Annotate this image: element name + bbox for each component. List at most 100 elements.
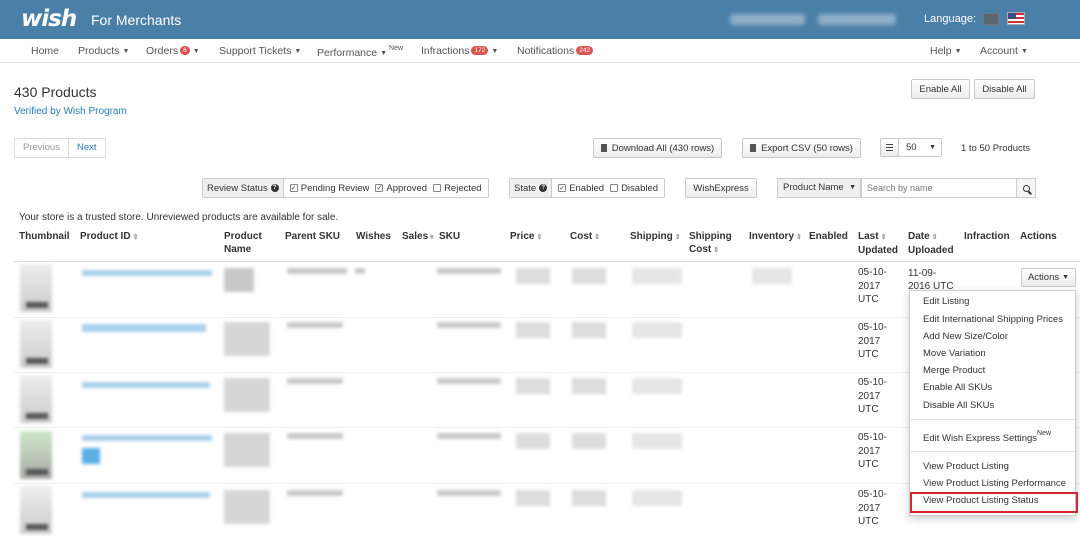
nav-support-tickets[interactable]: Support Tickets ▼: [219, 45, 301, 57]
sku-cell: [437, 378, 501, 384]
menu-divider: [910, 451, 1075, 452]
product-id-link[interactable]: [82, 435, 212, 441]
previous-page-button[interactable]: Previous: [15, 139, 69, 157]
main-nav: Home Products ▼ Orders 6 ▼ Support Tickets ▼…: [0, 39, 1080, 63]
next-page-button[interactable]: Next: [69, 139, 105, 157]
product-thumbnail[interactable]: [20, 375, 52, 423]
col-price[interactable]: Price ⇕: [510, 230, 542, 244]
nav-home-label: Home: [31, 45, 60, 57]
nav-performance[interactable]: Performance ▼New: [317, 45, 403, 59]
col-sales[interactable]: Sales ▾: [402, 230, 434, 244]
nav-notifications[interactable]: Notifications 242: [517, 45, 594, 57]
search-input[interactable]: [861, 178, 1017, 198]
menu-merge-product[interactable]: Merge Product: [923, 365, 985, 376]
state-label: State?: [510, 179, 553, 197]
product-thumbnail[interactable]: [20, 320, 52, 368]
row-tz: UTC: [858, 349, 879, 360]
nav-home[interactable]: Home: [31, 45, 59, 57]
language-flag-icon[interactable]: [983, 13, 999, 25]
export-csv-button[interactable]: Export CSV (50 rows): [742, 138, 861, 158]
disabled-checkbox[interactable]: Disabled: [610, 183, 658, 194]
menu-divider: [910, 419, 1075, 420]
list-icon: [886, 144, 893, 151]
pagination: Previous Next: [14, 138, 106, 158]
pending-review-checkbox[interactable]: ✓ Pending Review: [289, 183, 369, 194]
nav-orders[interactable]: Orders 6 ▼: [146, 45, 200, 57]
product-id-link-2[interactable]: [82, 448, 100, 464]
product-thumbnail[interactable]: [20, 264, 52, 312]
col-cost-label: Cost: [570, 231, 593, 242]
menu-view-product-listing[interactable]: View Product Listing: [923, 461, 1009, 472]
sort-icon: ⇕: [674, 234, 681, 241]
menu-add-size-color[interactable]: Add New Size/Color: [923, 331, 1008, 342]
list-view-button[interactable]: [880, 138, 899, 157]
col-product-name: Product Name: [224, 230, 262, 256]
approved-checkbox[interactable]: ✓ Approved: [375, 183, 427, 194]
col-infraction: Infraction: [964, 231, 1010, 242]
nav-support-label: Support Tickets: [219, 45, 292, 57]
chevron-down-icon: ▼: [954, 48, 962, 55]
enabled-checkbox[interactable]: ✓ Enabled: [558, 183, 604, 194]
last-updated-cell: 05-10- 2017 UTC: [858, 266, 887, 307]
col-shipping-cost[interactable]: Shipping Cost ⇕: [689, 230, 732, 257]
sort-icon: ⇕: [880, 234, 887, 241]
search-button[interactable]: [1016, 178, 1036, 198]
row-date: 05-10-: [858, 377, 887, 388]
page-size-select[interactable]: 50 ▼: [898, 138, 942, 157]
enable-all-button[interactable]: Enable All: [911, 79, 970, 99]
sort-icon: ⇕: [796, 234, 802, 241]
row-range-label: 1 to 50 Products: [961, 143, 1031, 154]
col-date-uploaded[interactable]: Date ⇕ Uploaded: [908, 230, 954, 257]
product-id-link[interactable]: [82, 270, 212, 276]
menu-edit-international-shipping[interactable]: Edit International Shipping Prices: [923, 314, 1063, 325]
nav-infractions[interactable]: Infractions 172 ▼: [421, 45, 498, 57]
col-product-id[interactable]: Product ID ⇕: [80, 230, 138, 244]
nav-products[interactable]: Products ▼: [78, 45, 129, 57]
product-id-link[interactable]: [82, 492, 210, 498]
menu-move-variation[interactable]: Move Variation: [923, 348, 986, 359]
cost-cell: [572, 490, 606, 506]
verified-by-wish-link[interactable]: Verified by Wish Program: [14, 106, 127, 117]
sort-icon: ⇕: [594, 234, 601, 241]
rejected-checkbox[interactable]: Rejected: [433, 183, 482, 194]
actions-button[interactable]: Actions ▼: [1021, 268, 1076, 287]
product-name-cell: [224, 322, 270, 356]
parent-sku-cell: [287, 433, 343, 439]
nav-orders-label: Orders: [146, 45, 179, 57]
us-flag-icon[interactable]: [1007, 12, 1025, 25]
product-thumbnail[interactable]: [20, 431, 52, 479]
product-thumbnail[interactable]: [20, 486, 52, 534]
checkmark-icon: ✓: [289, 184, 298, 192]
col-date-uploaded-line1: Date: [908, 231, 930, 242]
nav-account[interactable]: Account ▼: [980, 45, 1028, 57]
disable-all-button[interactable]: Disable All: [974, 79, 1035, 99]
menu-view-listing-performance[interactable]: View Product Listing Performance: [923, 478, 1066, 489]
search-field-select[interactable]: Product Name ▼: [777, 178, 861, 198]
help-icon[interactable]: ?: [539, 184, 548, 192]
wish-logo[interactable]: wish: [21, 6, 77, 32]
col-inventory[interactable]: Inventory ⇕: [749, 230, 802, 244]
col-shipping-cost-line1: Shipping: [689, 231, 732, 242]
help-icon[interactable]: ?: [270, 184, 279, 192]
menu-edit-listing[interactable]: Edit Listing: [923, 296, 969, 307]
nav-help[interactable]: Help ▼: [930, 45, 962, 57]
shipping-cell: [632, 378, 682, 394]
download-all-button[interactable]: Download All (430 rows): [593, 138, 722, 158]
cost-cell: [572, 433, 606, 449]
wishexpress-button[interactable]: WishExpress: [685, 178, 757, 198]
for-merchants-label: For Merchants: [91, 12, 182, 28]
menu-edit-wish-express[interactable]: Edit Wish Express SettingsNew: [923, 430, 1051, 444]
row-date: 05-10-: [858, 432, 887, 443]
col-shipping[interactable]: Shipping ⇕: [630, 230, 681, 244]
product-id-link[interactable]: [82, 382, 210, 388]
row-year: 2017: [858, 335, 881, 347]
shipping-cell: [632, 322, 682, 338]
col-last-updated-line2: Updated: [858, 245, 898, 256]
menu-enable-all-skus[interactable]: Enable All SKUs: [923, 382, 992, 393]
col-last-updated[interactable]: Last ⇕ Updated: [858, 230, 898, 257]
product-id-link[interactable]: [82, 324, 206, 332]
menu-disable-all-skus[interactable]: Disable All SKUs: [923, 400, 994, 411]
col-cost[interactable]: Cost ⇕: [570, 230, 600, 244]
wishes-cell: [355, 268, 365, 274]
shipping-cell: [632, 490, 682, 506]
